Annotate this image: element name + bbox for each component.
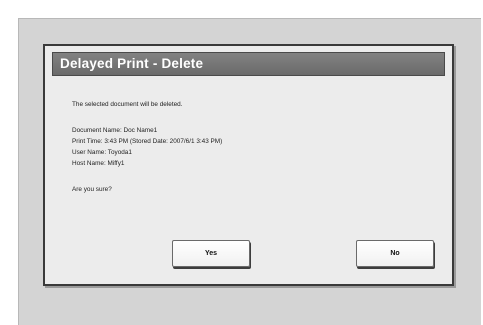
yes-button-label: Yes (204, 250, 218, 257)
print-time-text: Print Time: 3:43 PM (Stored Date: 2007/6… (72, 138, 223, 145)
document-name-text: Document Name: Doc Name1 (72, 127, 158, 134)
confirmation-question: Are you sure? (72, 186, 112, 193)
no-button[interactable]: No (356, 240, 434, 267)
dialog-message: The selected document will be deleted. (72, 101, 183, 108)
delete-confirmation-dialog: Delayed Print - Delete The selected docu… (43, 44, 454, 286)
no-button-label: No (390, 250, 400, 257)
yes-button[interactable]: Yes (172, 240, 250, 267)
host-name-text: Host Name: Miffy1 (72, 160, 125, 167)
dialog-title-bar: Delayed Print - Delete (52, 52, 445, 76)
user-name-text: User Name: Toyoda1 (72, 149, 132, 156)
dialog-title: Delayed Print - Delete (60, 56, 204, 71)
